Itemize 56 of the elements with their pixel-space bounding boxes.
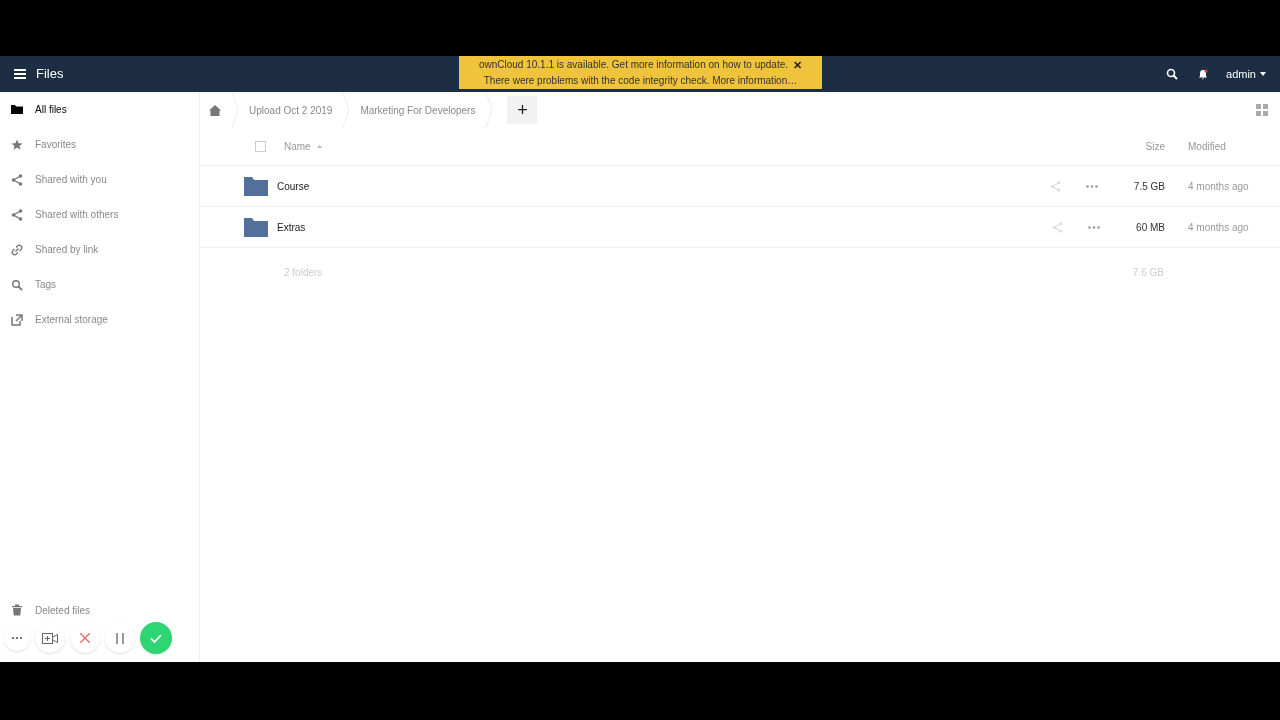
sidebar-item[interactable]: Shared by link <box>0 232 199 267</box>
trash-icon <box>11 604 23 616</box>
breadcrumb-link[interactable]: Marketing For Developers <box>360 102 476 118</box>
size-column-header[interactable]: Size <box>1145 139 1165 154</box>
integrity-message[interactable]: There were problems with the code integrity check. More information… <box>483 73 798 89</box>
modified-date: 4 months ago <box>1188 179 1250 194</box>
more-options-icon[interactable] <box>1088 225 1101 229</box>
file-size: 60 MB <box>1136 220 1165 235</box>
close-icon <box>80 633 90 643</box>
caret-icon <box>1260 72 1266 76</box>
modified-date: 4 months ago <box>1188 220 1250 235</box>
folder-icon <box>11 103 23 116</box>
cancel-button[interactable] <box>70 623 100 653</box>
file-size: 7.5 GB <box>1133 179 1165 194</box>
star-icon <box>11 138 23 151</box>
app-title: Files <box>36 65 64 84</box>
grid-view-icon[interactable] <box>1256 104 1268 116</box>
home-icon[interactable] <box>209 104 221 116</box>
camera-icon <box>42 632 58 644</box>
search-icon[interactable] <box>1166 68 1179 80</box>
pause-icon <box>116 632 124 644</box>
update-message[interactable]: ownCloud 10.1.1 is available. Get more information on how to update. <box>478 57 789 73</box>
sidebar-item[interactable]: Shared with you <box>0 162 199 197</box>
share-icon <box>11 208 23 221</box>
breadcrumb-separator <box>342 92 351 128</box>
folder-icon <box>244 176 268 196</box>
notification-bell-icon[interactable] <box>1198 68 1209 80</box>
more-options-icon[interactable] <box>1085 184 1098 188</box>
name-column-header[interactable]: Name <box>284 139 322 154</box>
sidebar-item[interactable]: External storage <box>0 302 199 337</box>
sort-arrow-icon <box>316 145 322 148</box>
folder-icon <box>244 217 268 237</box>
done-button[interactable] <box>140 622 172 654</box>
modified-column-header[interactable]: Modified <box>1188 139 1280 154</box>
sidebar-item[interactable]: Deleted files <box>0 599 199 621</box>
sidebar-item[interactable]: Favorites <box>0 127 199 162</box>
link-icon <box>11 243 23 256</box>
search-icon <box>11 278 23 291</box>
sidebar-item[interactable]: Tags <box>0 267 199 302</box>
sidebar-item[interactable]: Shared with others <box>0 197 199 232</box>
user-menu[interactable]: admin <box>1226 65 1266 83</box>
select-all-checkbox[interactable] <box>255 141 266 152</box>
sidebar-item[interactable]: All files <box>0 92 199 127</box>
check-icon <box>150 633 162 643</box>
breadcrumb-separator <box>485 92 494 128</box>
breadcrumb-link[interactable]: Upload Oct 2 2019 <box>249 102 333 118</box>
external-link-icon <box>11 313 23 326</box>
share-icon <box>11 173 23 186</box>
breadcrumb-separator <box>231 92 239 128</box>
menu-icon[interactable] <box>14 69 26 79</box>
pause-button[interactable] <box>105 623 135 653</box>
file-name[interactable]: Course <box>277 178 310 194</box>
new-button[interactable]: + <box>507 96 538 124</box>
close-button[interactable]: ✕ <box>793 57 803 73</box>
add-camera-button[interactable] <box>35 623 65 653</box>
file-name[interactable]: Extras <box>277 219 306 235</box>
